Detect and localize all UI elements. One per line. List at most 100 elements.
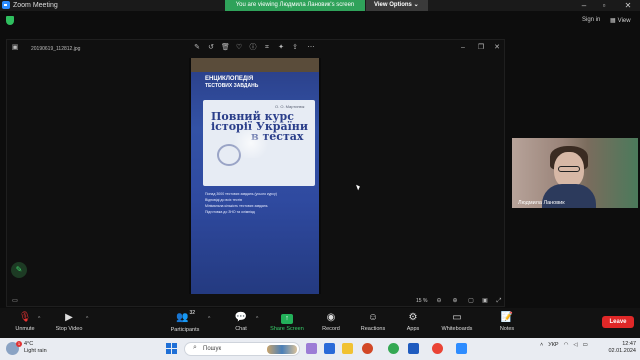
actual-size-icon[interactable]: ▣ <box>481 297 489 305</box>
image-gallery-icon[interactable]: ▣ <box>11 44 19 52</box>
apps-button[interactable]: ⚙ Apps <box>388 308 438 338</box>
battery-icon[interactable]: ▭ <box>583 342 588 348</box>
photo-viewer-top-bar: ▣ 20190619_112812.jpg ✎ ↺ 🗑 ♡ ⓘ ⌗ ✦ ⇪ ⋯ … <box>7 40 504 58</box>
chrome-profile-icon[interactable] <box>432 343 443 354</box>
fit-window-icon[interactable]: ▢ <box>467 297 475 305</box>
audio-options-caret[interactable]: ^ <box>38 316 40 322</box>
apps-icon: ⚙ <box>408 312 418 323</box>
view-button[interactable]: ▦ View <box>610 17 631 25</box>
annotate-pencil-icon[interactable]: ✎ <box>11 262 27 278</box>
participants-options-caret[interactable]: ^ <box>208 316 210 322</box>
notes-button[interactable]: 📝 Notes <box>482 308 532 338</box>
share-screen-button[interactable]: ↑ Share Screen <box>262 308 312 338</box>
fullscreen-icon[interactable]: ⤢ <box>495 297 503 305</box>
whiteboards-label: Whiteboards <box>441 326 473 332</box>
zoom-logo-icon <box>2 1 10 9</box>
zoom-in-icon[interactable]: ⊕ <box>451 297 459 305</box>
word-icon[interactable] <box>408 343 419 354</box>
windows-taskbar: 1 4°C Light rain ⌕ Пошук ˄ УКР ◠ ◁ ▭ 12:… <box>0 338 640 360</box>
book-author: О. О. Мартинюк <box>275 104 305 109</box>
book-feature-item: Підготовка до ЗНО та олімпіад <box>205 210 255 214</box>
book-photo: ЕНЦИКЛОПЕДІЯ ТЕСТОВИХ ЗАВДАНЬ О. О. Март… <box>189 58 321 294</box>
clock-date: 02.01.2024 <box>608 348 636 354</box>
more-icon[interactable]: ⋯ <box>307 44 315 52</box>
participants-label: Participants <box>170 327 200 333</box>
video-options-caret[interactable]: ^ <box>86 316 88 322</box>
book-top-edge <box>191 58 319 72</box>
search-placeholder: Пошук <box>203 346 222 352</box>
favorite-icon[interactable]: ♡ <box>235 44 243 52</box>
leave-button[interactable]: Leave <box>602 316 634 328</box>
photo-filename: 20190619_112812.jpg <box>31 46 81 52</box>
encryption-shield-icon[interactable] <box>6 16 14 25</box>
light-glare <box>231 128 271 158</box>
shared-screen-viewer: ▣ 20190619_112812.jpg ✎ ↺ 🗑 ♡ ⓘ ⌗ ✦ ⇪ ⋯ … <box>6 39 505 307</box>
stop-video-button[interactable]: ▶ Stop Video <box>44 308 94 338</box>
windows-start-icon[interactable] <box>166 343 177 354</box>
photo-viewer-bottom-bar: ▭ 15 % ⊖ ⊕ ▢ ▣ ⤢ <box>7 295 504 307</box>
edit-icon[interactable]: ✎ <box>193 44 201 52</box>
unmute-button[interactable]: 🎙 Unmute <box>0 308 50 338</box>
book-feature-list: Понад 3000 тестових завдань (усього курс… <box>205 191 311 215</box>
chevron-up-icon[interactable]: ˄ <box>540 342 543 348</box>
stop-video-label: Stop Video <box>55 326 83 332</box>
search-icon: ⌕ <box>193 344 197 351</box>
filmstrip-icon[interactable]: ▭ <box>11 297 19 305</box>
viewing-screen-banner: You are viewing Людмила Лановик's screen <box>225 0 365 11</box>
sign-in-link[interactable]: Sign in <box>582 17 600 23</box>
task-view-icon[interactable] <box>306 343 317 354</box>
chat-options-caret[interactable]: ^ <box>256 316 258 322</box>
view-options-button[interactable]: View Options ⌄ <box>366 0 428 11</box>
maximize-button[interactable]: ▫ <box>596 0 612 11</box>
info-icon[interactable]: ⓘ <box>249 44 257 52</box>
delete-icon[interactable]: 🗑 <box>221 44 230 52</box>
window-title-bar: Zoom Meeting You are viewing Людмила Лан… <box>0 0 640 11</box>
whiteboard-icon: ▭ <box>452 312 462 323</box>
participant-video-tile[interactable]: Людмила Лановик <box>512 138 638 208</box>
wifi-icon[interactable]: ◠ <box>564 342 569 348</box>
language-indicator[interactable]: УКР <box>548 342 558 348</box>
window-title: Zoom Meeting <box>13 1 58 9</box>
file-explorer-icon[interactable] <box>342 343 353 354</box>
zoom-taskbar-icon[interactable] <box>456 343 467 354</box>
share-icon[interactable]: ⇪ <box>291 44 299 52</box>
notes-label: Notes <box>499 326 515 332</box>
clock-time: 12:47 <box>622 341 636 347</box>
zoom-out-icon[interactable]: ⊖ <box>435 297 443 305</box>
meet-icon[interactable] <box>324 343 335 354</box>
participants-button[interactable]: 👥32 Participants <box>160 308 210 338</box>
grid-icon: ▦ <box>610 18 616 24</box>
taskbar-search-box[interactable]: ⌕ Пошук <box>184 342 300 356</box>
taskbar-clock[interactable]: 12:47 02.01.2024 <box>604 341 636 355</box>
minimize-viewer-icon[interactable]: – <box>459 44 467 52</box>
share-screen-icon: ↑ <box>262 310 312 326</box>
book-header-line1: ЕНЦИКЛОПЕДІЯ <box>205 76 254 82</box>
chat-label: Chat <box>235 326 247 332</box>
edit-photo-icon[interactable]: ✦ <box>277 44 285 52</box>
rotate-icon[interactable]: ↺ <box>207 44 215 52</box>
chrome-icon[interactable] <box>388 343 399 354</box>
crop-icon[interactable]: ⌗ <box>263 44 271 52</box>
restore-viewer-icon[interactable]: ❐ <box>477 44 485 52</box>
share-screen-label: Share Screen <box>270 326 304 332</box>
view-label: View <box>617 17 631 24</box>
close-viewer-icon[interactable]: ✕ <box>493 44 501 52</box>
weather-description: Light rain <box>24 348 47 354</box>
weather-widget[interactable]: 4°C Light rain <box>24 341 47 355</box>
book-cover: ЕНЦИКЛОПЕДІЯ ТЕСТОВИХ ЗАВДАНЬ О. О. Март… <box>191 58 319 294</box>
close-window-button[interactable]: ✕ <box>620 0 636 11</box>
app-title: Zoom Meeting <box>2 1 58 9</box>
participants-icon: 👥32 <box>175 310 195 323</box>
chevron-down-icon: ⌄ <box>413 2 419 8</box>
meeting-toolbar: 🎙 Unmute ^ ▶ Stop Video ^ 👥32 Participan… <box>0 308 640 338</box>
book-series-label: ЕНЦИКЛОПЕДІЯ ТЕСТОВИХ ЗАВДАНЬ <box>205 76 305 100</box>
minimize-button[interactable]: – <box>576 0 592 11</box>
whiteboards-button[interactable]: ▭ Whiteboards <box>432 308 482 338</box>
book-header-line2: ТЕСТОВИХ ЗАВДАНЬ <box>205 83 259 89</box>
search-highlight-image <box>267 345 297 354</box>
powerpoint-icon[interactable] <box>362 343 373 354</box>
chat-button[interactable]: 💬 Chat <box>216 308 266 338</box>
unmute-label: Unmute <box>15 326 35 332</box>
volume-icon[interactable]: ◁ <box>573 342 577 348</box>
notes-icon: 📝 <box>500 312 514 323</box>
